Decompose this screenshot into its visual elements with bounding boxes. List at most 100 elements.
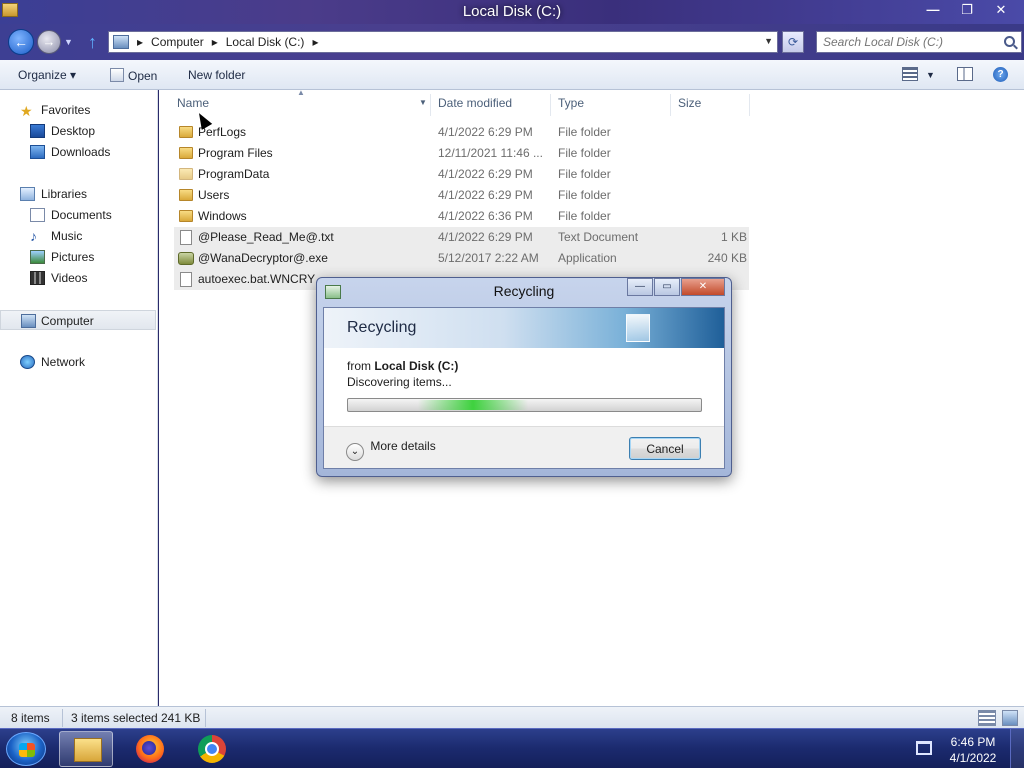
nav-music[interactable]: ♪ Music [0, 226, 156, 246]
breadcrumb-separator[interactable]: ▸ [212, 35, 218, 49]
search-icon[interactable] [1004, 36, 1015, 47]
nav-pictures[interactable]: Pictures [0, 247, 156, 267]
column-divider[interactable] [749, 94, 750, 116]
status-selection: 3 items selected [71, 711, 158, 725]
progress-glow [418, 400, 528, 410]
column-divider[interactable] [670, 94, 671, 116]
nav-libraries[interactable]: Libraries [0, 184, 156, 204]
nav-downloads[interactable]: Downloads [0, 142, 156, 162]
file-type: File folder [558, 188, 611, 202]
nav-documents[interactable]: Documents [0, 205, 156, 225]
back-button[interactable]: ← [8, 29, 34, 55]
folder-icon [179, 126, 193, 138]
navigation-pane: ★ Favorites Desktop Downloads Libraries … [0, 90, 158, 706]
column-header-date[interactable]: Date modified [438, 96, 512, 116]
status-bar: 8 items 3 items selected 241 KB [0, 706, 1024, 728]
maximize-button[interactable]: ❐ [950, 0, 984, 20]
refresh-button[interactable]: ⟳ [782, 31, 804, 53]
breadcrumb-separator[interactable]: ▸ [312, 35, 318, 49]
nav-favorites-label: Favorites [41, 103, 91, 117]
recycling-dialog[interactable]: Recycling — ▭ ✕ Recycling from Local Dis… [316, 277, 732, 477]
music-icon: ♪ [30, 228, 37, 244]
start-button[interactable] [6, 732, 46, 766]
column-header-type[interactable]: Type [558, 96, 584, 116]
nav-computer[interactable]: Computer [0, 310, 156, 330]
recycle-bin-icon [626, 314, 650, 342]
minimize-button[interactable]: — [916, 0, 950, 20]
nav-network-label: Network [41, 355, 86, 369]
file-type: Application [558, 251, 617, 265]
details-view-icon[interactable] [978, 710, 996, 726]
nav-favorites[interactable]: ★ Favorites [0, 100, 156, 120]
preview-pane-icon[interactable] [957, 67, 973, 81]
organize-menu[interactable]: Organize ▾ [18, 68, 76, 82]
nav-music-label: Music [51, 229, 83, 243]
file-row[interactable]: PerfLogs 4/1/2022 6:29 PM File folder [174, 122, 749, 143]
file-name: @WanaDecryptor@.exe [198, 251, 328, 265]
cancel-button[interactable]: Cancel [629, 437, 701, 460]
taskbar-explorer[interactable] [59, 731, 113, 767]
file-row[interactable]: Users 4/1/2022 6:29 PM File folder [174, 185, 749, 206]
computer-icon [113, 35, 129, 49]
open-button[interactable]: Open [110, 68, 157, 83]
taskbar-firefox[interactable] [124, 731, 178, 767]
chrome-icon [198, 735, 226, 763]
show-desktop-button[interactable] [1010, 729, 1024, 768]
address-history-dropdown[interactable]: ▼ [764, 36, 773, 46]
file-size: 240 KB [707, 251, 747, 265]
file-row-selected[interactable]: @Please_Read_Me@.txt 4/1/2022 6:29 PM Te… [174, 227, 749, 248]
column-divider[interactable] [550, 94, 551, 116]
nav-downloads-label: Downloads [51, 145, 111, 159]
name-filter-dropdown[interactable]: ▼ [419, 98, 427, 118]
nav-desktop[interactable]: Desktop [0, 121, 156, 141]
nav-pictures-label: Pictures [51, 250, 95, 264]
help-icon[interactable]: ? [993, 67, 1008, 82]
status-divider [62, 709, 63, 727]
view-options-dropdown[interactable]: ▼ [926, 70, 935, 80]
search-box[interactable] [816, 31, 1022, 53]
file-date: 4/1/2022 6:36 PM [438, 209, 533, 223]
nav-videos[interactable]: Videos [0, 268, 156, 288]
up-arrow-icon[interactable]: ↑ [88, 32, 97, 53]
close-button[interactable]: ✕ [984, 0, 1018, 20]
breadcrumb-local-disk[interactable]: Local Disk (C:) [226, 35, 305, 49]
network-tray-icon[interactable] [916, 741, 932, 755]
navigation-bar: ← → ▼ ↑ ▸ Computer ▸ Local Disk (C:) ▸ ▼… [0, 24, 1024, 60]
file-date: 5/12/2017 2:22 AM [438, 251, 539, 265]
dialog-close-button[interactable]: ✕ [681, 278, 725, 296]
network-icon [20, 355, 35, 369]
command-bar: Organize ▾ Open New folder ▼ ? [0, 60, 1024, 90]
nav-network[interactable]: Network [0, 352, 156, 372]
sort-arrow-icon: ▲ [297, 88, 305, 97]
forward-button[interactable]: → [37, 30, 61, 54]
file-row[interactable]: Program Files 12/11/2021 11:46 ... File … [174, 143, 749, 164]
file-name: Program Files [198, 146, 273, 160]
dialog-minimize-button[interactable]: — [627, 278, 653, 296]
address-bar[interactable]: ▸ Computer ▸ Local Disk (C:) ▸ ▼ [108, 31, 778, 53]
caption-buttons: — ❐ ✕ [916, 0, 1018, 20]
window-titlebar[interactable]: Local Disk (C:) — ❐ ✕ [0, 0, 1024, 24]
column-header-size[interactable]: Size [678, 96, 701, 116]
large-icons-view-icon[interactable] [1002, 710, 1018, 726]
file-name: @Please_Read_Me@.txt [198, 230, 334, 244]
breadcrumb-separator[interactable]: ▸ [137, 35, 143, 49]
file-row[interactable]: Windows 4/1/2022 6:36 PM File folder [174, 206, 749, 227]
dialog-maximize-button[interactable]: ▭ [654, 278, 680, 296]
more-details-button[interactable]: ⌄ More details [346, 439, 436, 461]
search-input[interactable] [817, 32, 997, 52]
file-type: File folder [558, 125, 611, 139]
open-icon [110, 68, 124, 82]
taskbar-chrome[interactable] [186, 731, 240, 767]
change-view-icon[interactable] [902, 67, 918, 81]
new-folder-button[interactable]: New folder [188, 68, 245, 82]
recent-pages-dropdown[interactable]: ▼ [64, 37, 73, 47]
breadcrumb-computer[interactable]: Computer [151, 35, 204, 49]
file-row-selected[interactable]: @WanaDecryptor@.exe 5/12/2017 2:22 AM Ap… [174, 248, 749, 269]
firefox-icon [136, 735, 164, 763]
file-type: File folder [558, 146, 611, 160]
system-clock[interactable]: 6:46 PM 4/1/2022 [942, 734, 1004, 766]
breadcrumb: ▸ Computer ▸ Local Disk (C:) ▸ [137, 35, 318, 49]
file-date: 4/1/2022 6:29 PM [438, 125, 533, 139]
column-divider[interactable] [430, 94, 431, 116]
file-row[interactable]: ProgramData 4/1/2022 6:29 PM File folder [174, 164, 749, 185]
